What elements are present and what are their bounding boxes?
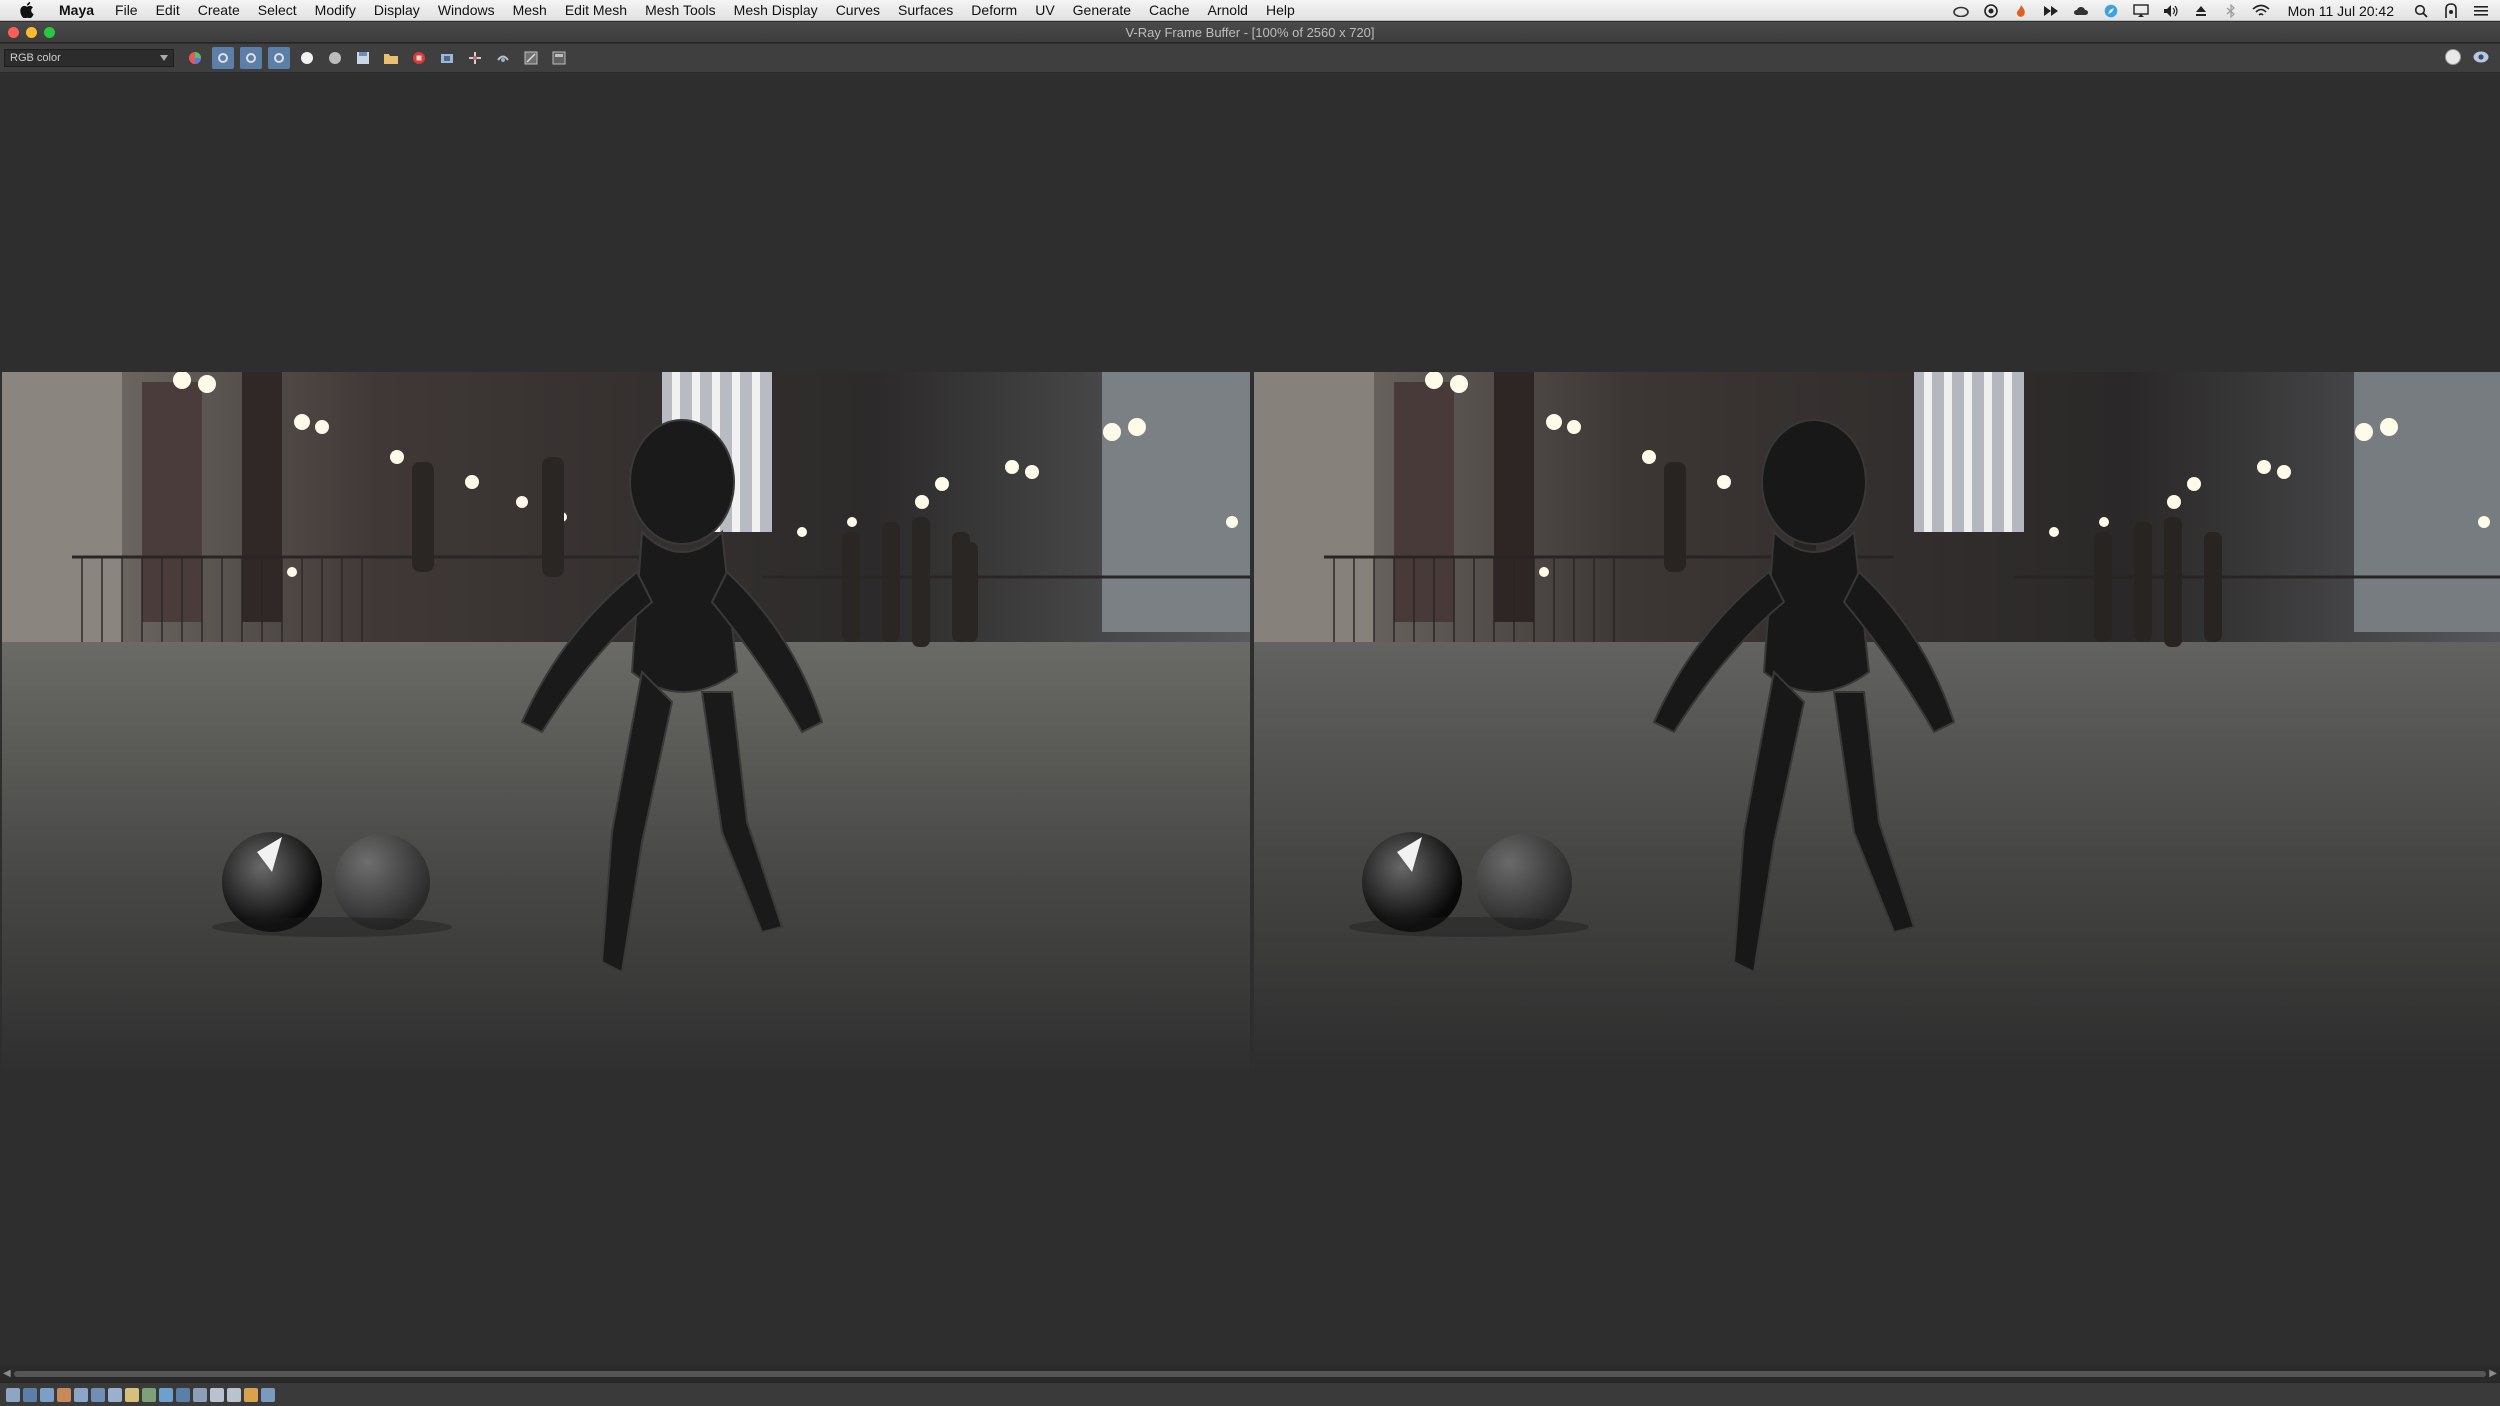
split-horizontal-icon[interactable]	[210, 1387, 224, 1402]
horizontal-scrollbar[interactable]: ◀ ▶	[0, 1366, 2500, 1382]
record-icon[interactable]	[1982, 3, 2000, 19]
render-region-icon[interactable]	[244, 1387, 258, 1402]
bluetooth-icon[interactable]	[2222, 3, 2240, 19]
search-icon[interactable]	[2412, 3, 2430, 19]
layers-icon[interactable]	[6, 1387, 20, 1402]
render-left-view	[2, 372, 1250, 1072]
menu-arnold[interactable]: Arnold	[1199, 0, 1257, 21]
wifi-icon[interactable]	[2252, 3, 2270, 19]
menu-generate[interactable]: Generate	[1064, 0, 1140, 21]
window-title: V-Ray Frame Buffer - [100% of 2560 x 720…	[1125, 24, 1375, 40]
vfb-toolbar: RGB color	[0, 44, 2500, 73]
levels-icon[interactable]	[57, 1387, 71, 1402]
scroll-right-arrow-icon[interactable]: ▶	[2489, 1368, 2497, 1379]
menu-surfaces[interactable]: Surfaces	[889, 0, 962, 21]
exposure-icon[interactable]	[91, 1387, 105, 1402]
forward-icon[interactable]	[2042, 3, 2060, 19]
stamp-icon[interactable]	[23, 1387, 37, 1402]
ocio-icon[interactable]	[159, 1387, 173, 1402]
menu-windows[interactable]: Windows	[429, 0, 504, 21]
srgb-icon[interactable]	[176, 1387, 190, 1402]
track-mouse-icon[interactable]	[464, 47, 486, 69]
menu-help[interactable]: Help	[1257, 0, 1304, 21]
menu-curves[interactable]: Curves	[827, 0, 889, 21]
menu-edit-mesh[interactable]: Edit Mesh	[556, 0, 636, 21]
apple-menu-icon[interactable]	[18, 1, 36, 19]
menu-clock[interactable]: Mon 11 Jul 20:42	[2282, 3, 2400, 19]
channel-dropdown-value: RGB color	[10, 52, 61, 64]
history-icon[interactable]	[548, 47, 570, 69]
scroll-left-arrow-icon[interactable]: ◀	[3, 1368, 11, 1379]
split-vertical-icon[interactable]	[227, 1387, 241, 1402]
menu-create[interactable]: Create	[189, 0, 249, 21]
save-icon[interactable]	[352, 47, 374, 69]
clear-icon[interactable]	[520, 47, 542, 69]
render-right-view	[1254, 372, 2500, 1072]
creative-cloud-icon[interactable]	[1952, 3, 1970, 19]
scrollbar-thumb[interactable]	[14, 1371, 2486, 1377]
menu-bar: Maya File Edit Create Select Modify Disp…	[0, 0, 2500, 21]
white-circle-icon[interactable]	[296, 47, 318, 69]
menu-select[interactable]: Select	[249, 0, 306, 21]
mono-circle-icon[interactable]	[324, 47, 346, 69]
rendered-scene-image	[2, 372, 1250, 1072]
chevron-down-icon	[160, 52, 168, 64]
white-balance-icon[interactable]	[108, 1387, 122, 1402]
region-icon[interactable]	[436, 47, 458, 69]
rendered-scene-image-b	[1254, 372, 2500, 1072]
render-image[interactable]	[2, 372, 2500, 1072]
user-icon[interactable]	[2442, 2, 2460, 19]
curves-icon[interactable]	[74, 1387, 88, 1402]
vfb-status-bar	[0, 1382, 2500, 1406]
stop-render-icon[interactable]	[408, 47, 430, 69]
close-window-button[interactable]	[8, 27, 19, 38]
red-channel-icon[interactable]	[212, 47, 234, 69]
menu-modify[interactable]: Modify	[306, 0, 365, 21]
pixel-info-icon[interactable]	[40, 1387, 54, 1402]
safari-icon[interactable]	[2102, 3, 2120, 19]
green-channel-icon[interactable]	[240, 47, 262, 69]
window-title-bar: V-Ray Frame Buffer - [100% of 2560 x 720…	[0, 22, 2500, 43]
menu-edit[interactable]: Edit	[147, 0, 189, 21]
menu-deform[interactable]: Deform	[962, 0, 1026, 21]
settings-icon[interactable]	[261, 1387, 275, 1402]
minimize-window-button[interactable]	[26, 27, 37, 38]
compare-ab-icon[interactable]	[193, 1387, 207, 1402]
menu-uv[interactable]: UV	[1026, 0, 1063, 21]
display-icon[interactable]	[2132, 3, 2150, 19]
menu-mesh-display[interactable]: Mesh Display	[725, 0, 827, 21]
cloud-icon[interactable]	[2072, 3, 2090, 19]
color-wheel-icon[interactable]	[184, 47, 206, 69]
menu-mesh[interactable]: Mesh	[504, 0, 556, 21]
list-icon[interactable]	[2472, 3, 2490, 19]
lut-icon[interactable]	[142, 1387, 156, 1402]
lens-effects-icon[interactable]	[2444, 48, 2462, 71]
menu-display[interactable]: Display	[365, 0, 429, 21]
link-icon[interactable]	[492, 47, 514, 69]
eye-icon[interactable]	[2472, 48, 2490, 71]
flame-icon[interactable]	[2012, 3, 2030, 19]
menu-file[interactable]: File	[106, 0, 147, 21]
zoom-window-button[interactable]	[44, 27, 55, 38]
menu-mesh-tools[interactable]: Mesh Tools	[636, 0, 725, 21]
eject-icon[interactable]	[2192, 3, 2210, 19]
channel-dropdown[interactable]: RGB color	[4, 49, 174, 67]
menu-app-name[interactable]: Maya	[50, 0, 106, 21]
volume-icon[interactable]	[2162, 3, 2180, 19]
menu-cache[interactable]: Cache	[1140, 0, 1198, 21]
open-icon[interactable]	[380, 47, 402, 69]
blue-channel-icon[interactable]	[268, 47, 290, 69]
render-canvas[interactable]	[0, 74, 2500, 1370]
hue-icon[interactable]	[125, 1387, 139, 1402]
